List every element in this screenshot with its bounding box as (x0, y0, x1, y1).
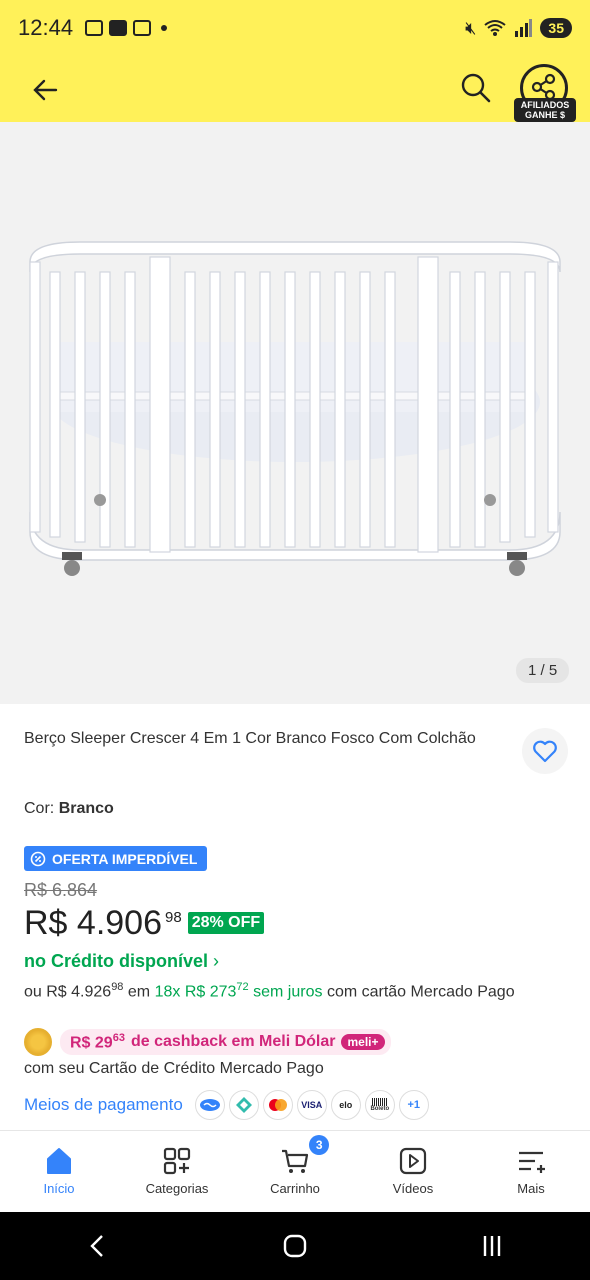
menu-icon (519, 1151, 545, 1173)
pix-icon (228, 1090, 259, 1120)
nav-item-videos[interactable]: Vídeos (354, 1131, 472, 1212)
cashback-amount: R$ 2963 (70, 1031, 125, 1052)
system-home-icon[interactable] (280, 1231, 310, 1261)
nav-item-home[interactable]: Início (0, 1131, 118, 1212)
offer-badge-label: OFERTA IMPERDÍVEL (52, 850, 198, 867)
cashback-text: de cashback em Meli Dólar (130, 1032, 336, 1050)
youtube-icon (109, 20, 128, 36)
credit-link-label: no Crédito disponível (24, 951, 209, 971)
payment-methods-link[interactable]: Meios de pagamento (24, 1095, 183, 1115)
offer-badge: OFERTA IMPERDÍVEL (24, 846, 208, 871)
boleto-label: Boleto (370, 1106, 390, 1112)
nav-item-cart[interactable]: 3 Carrinho (236, 1131, 354, 1212)
nav-label-categories: Categorias (145, 1181, 209, 1196)
install-value-cents: 72 (236, 981, 249, 993)
current-price: R$ 4.906 98 28% OFF (24, 904, 265, 943)
categories-icon (163, 1147, 191, 1175)
elo-icon: elo (330, 1090, 361, 1120)
nav-label-home: Início (43, 1181, 75, 1196)
product-title: Berço Sleeper Crescer 4 Em 1 Cor Branco … (24, 730, 476, 747)
install-mid: em (127, 983, 151, 1001)
battery-indicator: 35 (540, 18, 572, 38)
affiliates-badge-line2: GANHE $ (524, 110, 565, 120)
cashback-row: R$ 2963 de cashback em Meli Dólar meli+ (24, 1028, 391, 1056)
chevron-right-icon: › (213, 951, 220, 971)
price-cents: 98 (165, 909, 182, 926)
signal-icon (515, 19, 533, 37)
more-notifications-dot (161, 25, 168, 31)
nav-label-cart: Carrinho (270, 1181, 320, 1196)
color-value: Branco (58, 800, 114, 817)
nav-label-videos: Vídeos (392, 1181, 434, 1196)
product-gallery[interactable]: 1 / 5 (0, 122, 590, 704)
offer-icon (30, 851, 46, 866)
cart-count-badge: 3 (309, 1135, 330, 1155)
wifi-icon (484, 20, 507, 36)
old-price: R$ 6.864 (24, 880, 98, 900)
install-nofee: sem juros (253, 983, 323, 1001)
system-recents-icon[interactable] (477, 1231, 507, 1261)
payment-methods-row[interactable]: Meios de pagamento VISA elo Boleto +1 (24, 1090, 429, 1120)
home-icon (47, 1148, 71, 1174)
nav-item-more[interactable]: Mais (472, 1131, 590, 1212)
color-label: Cor: (24, 800, 55, 817)
discount-badge: 28% OFF (187, 912, 265, 934)
system-navigation-bar (0, 1212, 590, 1280)
screenshot-icon (133, 20, 152, 36)
meli-plus-tag: meli+ (341, 1033, 385, 1050)
card-text: com seu Cartão de Crédito Mercado Pago (24, 1060, 324, 1077)
news-icon (85, 20, 104, 36)
affiliates-badge-line1: AFILIADOS (520, 100, 570, 110)
install-prefix: ou (24, 983, 42, 1001)
system-back-icon[interactable] (83, 1231, 113, 1261)
install-total-cents: 98 (111, 981, 124, 993)
mercado-pago-icon (194, 1090, 225, 1120)
installments-text: ou R$ 4.92698 em 18x R$ 27372 sem juros … (24, 976, 544, 1003)
search-button[interactable] (458, 70, 494, 106)
nav-label-more: Mais (517, 1181, 545, 1196)
mute-icon: 🔇︎ (465, 17, 477, 38)
install-count: 18x (154, 983, 181, 1001)
gallery-counter: 1 / 5 (516, 658, 570, 683)
status-time: 12:44 (18, 15, 74, 40)
affiliates-badge[interactable]: AFILIADOS GANHE $ (514, 98, 576, 122)
install-value: R$ 273 (184, 983, 237, 1001)
more-payment-methods[interactable]: +1 (398, 1090, 429, 1120)
color-selector[interactable]: Cor: Branco (24, 800, 114, 818)
nav-item-categories[interactable]: Categorias (118, 1131, 236, 1212)
install-total: R$ 4.926 (46, 983, 112, 1001)
video-icon (399, 1147, 427, 1175)
bottom-navigation: Início Categorias 3 Carrinho Vídeos Mais (0, 1130, 590, 1212)
status-bar: 12:44 🔇︎ 35 (0, 0, 590, 56)
mastercard-icon (262, 1090, 293, 1120)
cashback-pill: R$ 2963 de cashback em Meli Dólar meli+ (60, 1028, 391, 1056)
system-icons: 🔇︎ 35 (465, 18, 572, 39)
visa-icon: VISA (296, 1090, 327, 1120)
boleto-icon: Boleto (364, 1090, 395, 1120)
cart-icon (282, 1149, 309, 1173)
favorite-button[interactable] (522, 728, 568, 774)
app-header: AFILIADOS GANHE $ (0, 56, 590, 122)
notification-icons (85, 20, 168, 36)
product-image-crib (29, 241, 561, 576)
install-suffix: com cartão Mercado Pago (326, 983, 515, 1001)
heart-icon (533, 740, 557, 763)
credit-available-link[interactable]: no Crédito disponível › (24, 951, 219, 972)
price-integer: R$ 4.906 (24, 904, 162, 942)
meli-coin-icon (24, 1028, 52, 1056)
back-button[interactable] (28, 72, 64, 108)
